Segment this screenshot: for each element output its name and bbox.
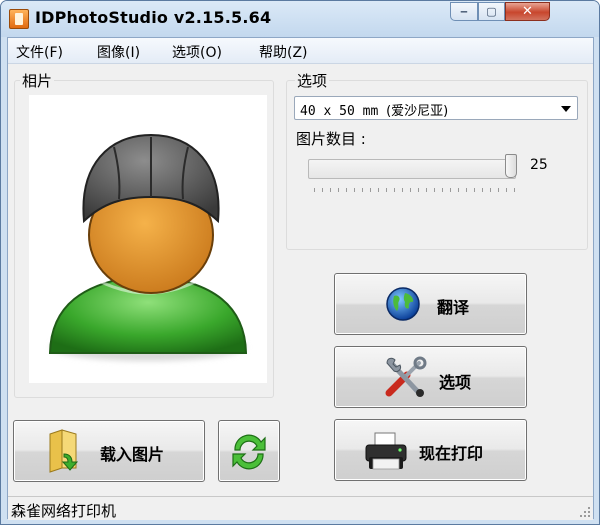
photo-count-slider-track[interactable] <box>308 159 516 179</box>
slider-tick <box>386 188 387 192</box>
options-label: 选项 <box>439 373 472 392</box>
chevron-down-icon[interactable] <box>561 106 571 112</box>
slider-tick <box>514 188 515 192</box>
slider-tick <box>402 188 403 192</box>
slider-tick <box>322 188 323 192</box>
maximize-button[interactable]: ▢ <box>478 2 505 21</box>
globe-icon <box>386 287 420 321</box>
slider-tick <box>482 188 483 192</box>
slider-tick <box>378 188 379 192</box>
menu-bar: 文件(F) 图像(I) 选项(O) 帮助(Z) <box>8 38 593 64</box>
menu-image[interactable]: 图像(I) <box>94 42 143 62</box>
slider-tick <box>450 188 451 192</box>
photo-format-select[interactable]: 40 x 50 mm (爱沙尼亚) <box>294 96 578 120</box>
slider-tick <box>442 188 443 192</box>
slider-tick <box>314 188 315 192</box>
maximize-icon: ▢ <box>486 5 497 18</box>
photo-count-slider-thumb[interactable] <box>505 154 517 178</box>
menu-help[interactable]: 帮助(Z) <box>256 42 311 62</box>
load-image-label: 载入图片 <box>100 445 165 464</box>
slider-ticks <box>314 188 515 192</box>
options-group-label: 选项 <box>295 70 330 91</box>
app-window: IDPhotoStudio v2.15.5.64 ‒ ▢ ✕ 文件(F) 图像(… <box>0 0 600 525</box>
photo-count-label: 图片数目 : <box>296 130 366 148</box>
folder-icon <box>49 429 79 473</box>
slider-tick <box>474 188 475 192</box>
slider-tick <box>330 188 331 192</box>
slider-tick <box>466 188 467 192</box>
slider-tick <box>410 188 411 192</box>
slider-tick <box>434 188 435 192</box>
photo-format-value: 40 x 50 mm (爱沙尼亚) <box>300 100 448 119</box>
status-bar: 森雀网络打印机 <box>8 496 593 520</box>
print-label: 现在打印 <box>419 444 484 463</box>
slider-tick <box>370 188 371 192</box>
title-bar[interactable]: IDPhotoStudio v2.15.5.64 ‒ ▢ ✕ <box>1 1 599 37</box>
client-area: 文件(F) 图像(I) 选项(O) 帮助(Z) 相片 选项 40 x 50 mm… <box>7 37 594 520</box>
tools-icon <box>385 356 427 397</box>
refresh-button[interactable] <box>218 420 280 482</box>
close-button[interactable]: ✕ <box>505 2 550 21</box>
photo-format-size: 40 x 50 mm <box>300 104 387 119</box>
close-icon: ✕ <box>522 4 533 19</box>
slider-tick <box>490 188 491 192</box>
resize-grip-icon[interactable] <box>579 506 591 518</box>
slider-tick <box>394 188 395 192</box>
slider-tick <box>506 188 507 192</box>
default-person-icon <box>48 133 248 361</box>
translate-button[interactable]: 翻译 <box>334 273 527 335</box>
photo-group-label: 相片 <box>20 70 55 91</box>
slider-tick <box>354 188 355 192</box>
slider-tick <box>498 188 499 192</box>
translate-label: 翻译 <box>437 298 470 317</box>
options-button[interactable]: 选项 <box>334 346 527 408</box>
slider-tick <box>426 188 427 192</box>
minimize-icon: ‒ <box>460 5 468 18</box>
menu-file[interactable]: 文件(F) <box>13 42 66 62</box>
photo-format-country: (爱沙尼亚) <box>386 104 449 119</box>
refresh-icon <box>232 434 266 470</box>
photo-preview[interactable] <box>29 95 267 383</box>
slider-tick <box>362 188 363 192</box>
minimize-button[interactable]: ‒ <box>450 2 478 21</box>
slider-tick <box>458 188 459 192</box>
printer-status: 森雀网络打印机 <box>11 502 117 520</box>
app-icon[interactable] <box>9 9 29 29</box>
slider-tick <box>346 188 347 192</box>
photo-count-value: 25 <box>530 157 548 173</box>
print-button[interactable]: 现在打印 <box>334 419 527 481</box>
load-image-button[interactable]: 载入图片 <box>13 420 205 482</box>
printer-icon <box>365 432 407 470</box>
menu-options[interactable]: 选项(O) <box>169 42 225 62</box>
slider-tick <box>418 188 419 192</box>
slider-tick <box>338 188 339 192</box>
window-title: IDPhotoStudio v2.15.5.64 <box>35 8 272 27</box>
